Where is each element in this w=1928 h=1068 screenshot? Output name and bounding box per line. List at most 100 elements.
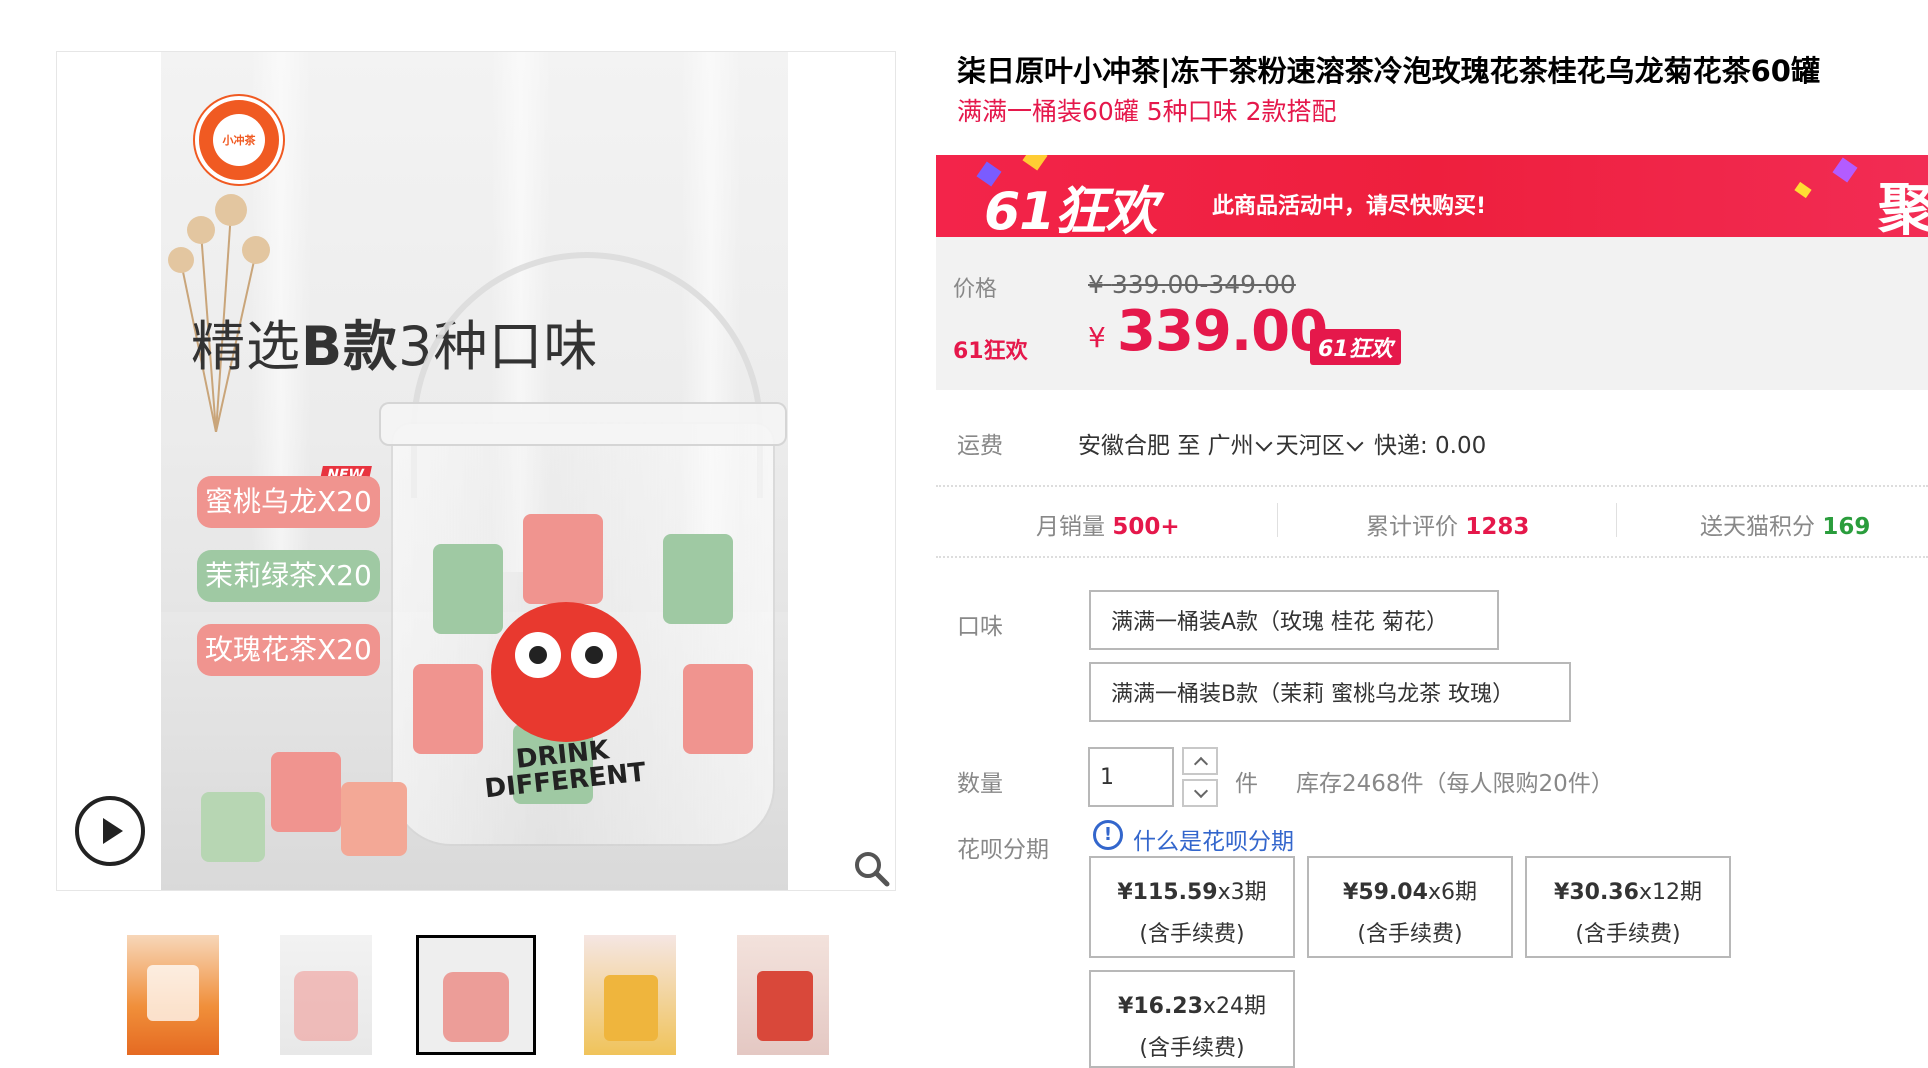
mascot-illustration	[491, 602, 641, 742]
original-price: ¥ 339.00-349.00	[1088, 270, 1296, 299]
tea-cup	[271, 752, 341, 832]
main-image-frame[interactable]: 小冲茶 精选B款3种口味 NEW 蜜桃乌龙X20 茉莉绿茶X20 玫瑰花茶X20…	[56, 51, 896, 891]
shipping-label: 运费	[957, 433, 1003, 459]
chevron-down-icon	[1346, 434, 1364, 452]
promo-message: 此商品活动中，请尽快购买!	[1212, 194, 1487, 219]
shipping-to: 至	[1177, 433, 1201, 459]
flavor-tag-peach-oolong: 蜜桃乌龙X20	[197, 476, 380, 528]
original-currency: ¥	[1088, 270, 1104, 299]
current-price: 339.00	[1117, 299, 1328, 364]
thumbnail-4[interactable]	[584, 935, 676, 1055]
installment-fee-note: (含手续费)	[1357, 922, 1463, 947]
installment-fee-note: (含手续费)	[1139, 922, 1245, 947]
points-value: 169	[1822, 514, 1871, 540]
thumbnail-3[interactable]	[416, 935, 536, 1055]
installment-periods: x6期	[1427, 880, 1477, 905]
installment-amount: ¥59.04	[1343, 880, 1428, 905]
original-price-range: 339.00-349.00	[1111, 270, 1296, 299]
installment-fee-note: (含手续费)	[1139, 1036, 1245, 1061]
express-fee: 快递: 0.00	[1373, 433, 1487, 459]
product-title: 柒日原叶小冲茶|冻干茶粉速溶茶冷泡玫瑰花茶桂花乌龙菊花茶60罐	[957, 54, 1820, 88]
thumbnail-1[interactable]	[127, 935, 219, 1055]
reviews-value: 1283	[1465, 514, 1530, 540]
product-subtitle: 满满一桶装60罐 5种口味 2款搭配	[957, 97, 1337, 126]
installment-periods: x12期	[1638, 880, 1702, 905]
flavor-option-a[interactable]: 满满一桶装A款（玫瑰 桂花 菊花）	[1089, 590, 1499, 650]
play-icon	[103, 818, 123, 844]
installment-fee-note: (含手续费)	[1575, 922, 1681, 947]
promo-price-label: 61狂欢	[953, 339, 1028, 364]
monthly-sales-value: 500+	[1112, 514, 1180, 540]
headline-bold: B款	[301, 315, 399, 378]
huabei-label: 花呗分期	[957, 837, 1049, 863]
installment-periods: x3期	[1217, 880, 1267, 905]
city-select[interactable]: 广州	[1208, 433, 1276, 459]
total-reviews[interactable]: 累计评价 1283	[1366, 507, 1529, 541]
brand-logo: 小冲茶	[195, 96, 283, 184]
mascot-eye	[571, 632, 617, 678]
quantity-input[interactable]	[1088, 747, 1174, 807]
stock-info: 库存2468件（每人限购20件）	[1296, 764, 1614, 798]
installment-amount: ¥115.59	[1117, 880, 1218, 905]
flavor-option-b-label: 满满一桶装B款（茉莉 蜜桃乌龙茶 玫瑰）	[1111, 682, 1515, 707]
stock-count: 库存2468件	[1296, 771, 1424, 797]
purchase-limit: （每人限购20件）	[1423, 771, 1614, 797]
currency-symbol: ¥	[1088, 321, 1106, 354]
headline-prefix: 精选	[191, 315, 301, 378]
promo-price-badge: 61狂欢	[1310, 329, 1401, 365]
quantity-label: 数量	[957, 771, 1003, 797]
monthly-sales: 月销量 500+	[1036, 507, 1180, 541]
quantity-decrease-button[interactable]	[1182, 779, 1218, 807]
tea-cup	[433, 544, 503, 634]
installment-option-3[interactable]: ¥115.59x3期 (含手续费)	[1089, 856, 1295, 958]
flavor-tag-jasmine: 茉莉绿茶X20	[197, 550, 380, 602]
tmall-points: 送天猫积分 169	[1700, 507, 1870, 541]
thumbnail-2[interactable]	[280, 935, 372, 1055]
district-select[interactable]: 天河区	[1276, 433, 1367, 459]
tea-cup	[683, 664, 753, 754]
promo-right-text: 聚	[1878, 178, 1928, 237]
installment-option-24[interactable]: ¥16.23x24期 (含手续费)	[1089, 970, 1295, 1068]
price-label: 价格	[953, 277, 998, 302]
brand-logo-text: 小冲茶	[222, 134, 256, 147]
flavor-option-b[interactable]: 满满一桶装B款（茉莉 蜜桃乌龙茶 玫瑰）	[1089, 662, 1571, 722]
tea-cup	[201, 792, 265, 862]
info-icon[interactable]: !	[1093, 820, 1123, 850]
price-panel: 价格 ¥ 339.00-349.00 61狂欢 ¥ 339.00 61狂欢	[936, 237, 1928, 390]
installment-amount: ¥30.36	[1554, 880, 1639, 905]
quantity-unit: 件	[1235, 771, 1258, 797]
installment-periods: x24期	[1202, 994, 1266, 1019]
quantity-increase-button[interactable]	[1182, 747, 1218, 775]
flavor-tag-rose: 玫瑰花茶X20	[197, 624, 380, 676]
magnifier-icon[interactable]	[852, 849, 892, 889]
promo-banner: 61狂欢 此商品活动中，请尽快购买! 聚	[936, 155, 1928, 237]
bucket-lid	[379, 402, 787, 446]
tea-cup	[663, 534, 733, 624]
confetti	[1832, 157, 1858, 183]
shipping-origin: 安徽合肥	[1078, 433, 1170, 459]
district-value: 天河区	[1275, 433, 1345, 459]
stat-separator	[1277, 503, 1278, 537]
confetti	[1794, 181, 1812, 199]
installment-amount: ¥16.23	[1118, 994, 1203, 1019]
video-play-button[interactable]	[75, 796, 145, 866]
reviews-label: 累计评价	[1366, 514, 1458, 540]
mascot-eye	[515, 632, 561, 678]
points-label: 送天猫积分	[1700, 514, 1815, 540]
shipping-info: 安徽合肥 至 广州 天河区 快递: 0.00	[1078, 426, 1486, 460]
monthly-sales-label: 月销量	[1036, 514, 1105, 540]
flavor-option-a-label: 满满一桶装A款（玫瑰 桂花 菊花）	[1111, 610, 1449, 635]
tea-cup	[413, 664, 483, 754]
tea-cup	[523, 514, 603, 604]
stat-separator	[1616, 503, 1617, 537]
divider	[936, 556, 1928, 558]
huabei-help-link[interactable]: 什么是花呗分期	[1133, 822, 1294, 856]
chevron-down-icon	[1255, 434, 1273, 452]
thumbnail-5[interactable]	[737, 935, 829, 1055]
divider	[936, 485, 1928, 487]
promo-logo: 61狂欢	[984, 182, 1157, 237]
installment-option-12[interactable]: ¥30.36x12期 (含手续费)	[1525, 856, 1731, 958]
installment-option-6[interactable]: ¥59.04x6期 (含手续费)	[1307, 856, 1513, 958]
main-product-image[interactable]: 小冲茶 精选B款3种口味 NEW 蜜桃乌龙X20 茉莉绿茶X20 玫瑰花茶X20…	[161, 52, 788, 890]
flavor-label: 口味	[957, 614, 1003, 640]
